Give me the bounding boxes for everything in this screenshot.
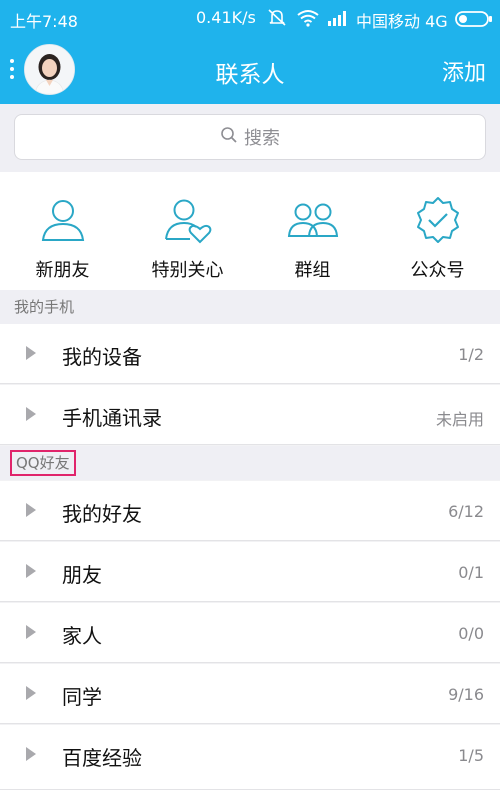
quick-label: 公众号 xyxy=(410,260,465,281)
signal-icon xyxy=(327,10,349,30)
quick-actions: 新朋友 特别关心 群组 公众号 xyxy=(0,172,500,290)
group-label: 我的设备 xyxy=(62,345,142,369)
quick-groups[interactable]: 群组 xyxy=(250,172,375,290)
expand-arrow-icon xyxy=(26,747,36,761)
list-item-phone-contacts[interactable]: 手机通讯录 未启用 xyxy=(0,385,500,445)
quick-label: 特别关心 xyxy=(151,260,224,281)
add-button[interactable]: 添加 xyxy=(442,55,486,87)
mute-icon xyxy=(266,8,288,30)
quick-special-care[interactable]: 特别关心 xyxy=(125,172,250,290)
section-header-phone: 我的手机 xyxy=(0,290,500,324)
wifi-icon xyxy=(296,9,320,31)
group-label: 同学 xyxy=(62,685,102,709)
expand-arrow-icon xyxy=(26,503,36,517)
list-item-baidu-jingyan[interactable]: 百度经验 1/5 xyxy=(0,725,500,790)
group-count: 1/5 xyxy=(458,746,484,765)
search-placeholder: 搜索 xyxy=(244,128,280,149)
status-time: 上午7:48 xyxy=(10,12,78,31)
search-area: 搜索 xyxy=(0,104,500,172)
group-count: 未启用 xyxy=(435,410,484,429)
list-item-my-friends[interactable]: 我的好友 6/12 xyxy=(0,481,500,541)
list-item-friends[interactable]: 朋友 0/1 xyxy=(0,542,500,602)
group-label: 手机通讯录 xyxy=(62,406,162,430)
group-label: 朋友 xyxy=(62,563,102,587)
expand-arrow-icon xyxy=(26,625,36,639)
quick-label: 新朋友 xyxy=(35,260,90,281)
highlight-box: QQ好友 xyxy=(10,450,76,476)
list-item-classmates[interactable]: 同学 9/16 xyxy=(0,664,500,724)
quick-label: 群组 xyxy=(294,260,331,281)
network-speed: 0.41K/s xyxy=(196,8,256,27)
group-count: 0/1 xyxy=(458,563,484,582)
search-input[interactable]: 搜索 xyxy=(14,114,486,160)
group-count: 9/16 xyxy=(448,685,484,704)
carrier-label: 中国移动 4G xyxy=(356,12,448,31)
person-heart-icon xyxy=(162,194,214,246)
section-header-qq: QQ好友 xyxy=(0,446,500,480)
expand-arrow-icon xyxy=(26,407,36,421)
group-label: 家人 xyxy=(62,624,102,648)
group-count: 1/2 xyxy=(458,345,484,364)
battery-icon xyxy=(455,11,493,31)
badge-check-icon xyxy=(412,194,464,246)
expand-arrow-icon xyxy=(26,686,36,700)
group-label: 我的好友 xyxy=(62,502,142,526)
expand-arrow-icon xyxy=(26,564,36,578)
quick-public-accounts[interactable]: 公众号 xyxy=(375,172,500,290)
nav-bar: 联系人 添加 xyxy=(0,36,500,104)
page-title: 联系人 xyxy=(215,62,285,88)
person-icon xyxy=(37,194,89,246)
status-bar: 上午7:48 0.41K/s 中国移动 4G xyxy=(0,0,500,36)
list-item-family[interactable]: 家人 0/0 xyxy=(0,603,500,663)
quick-new-friends[interactable]: 新朋友 xyxy=(0,172,125,290)
group-count: 0/0 xyxy=(458,624,484,643)
search-icon xyxy=(220,126,238,149)
group-count: 6/12 xyxy=(448,502,484,521)
list-item-my-devices[interactable]: 我的设备 1/2 xyxy=(0,324,500,384)
group-label: 百度经验 xyxy=(62,746,142,770)
expand-arrow-icon xyxy=(26,346,36,360)
group-icon xyxy=(287,194,339,246)
